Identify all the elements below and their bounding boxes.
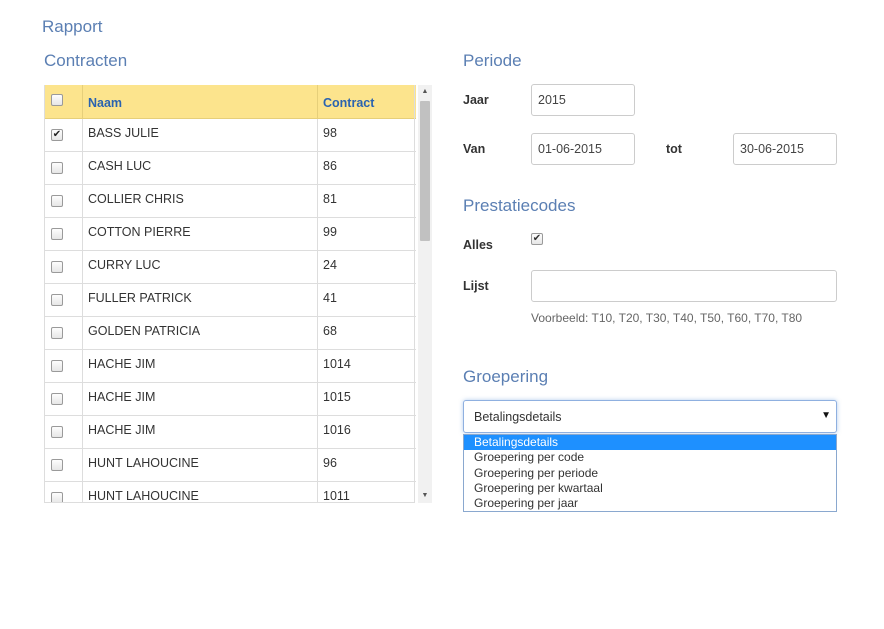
tot-label: tot (666, 142, 682, 156)
row-contract: 1011 (323, 489, 350, 503)
table-row[interactable]: GOLDEN PATRICIA 68 (44, 317, 416, 350)
table-scrollbar[interactable]: ▲ ▼ (418, 85, 432, 503)
select-all-checkbox[interactable] (51, 94, 63, 106)
row-naam: COLLIER CHRIS (88, 192, 184, 206)
lijst-hint: Voorbeeld: T10, T20, T30, T40, T50, T60,… (531, 311, 803, 325)
row-checkbox[interactable] (51, 393, 63, 405)
table-row[interactable]: ✔ BASS JULIE 98 (44, 119, 416, 152)
row-checkbox[interactable] (51, 360, 63, 372)
dropdown-option[interactable]: Groepering per periode (464, 466, 836, 481)
row-contract: 41 (323, 291, 337, 305)
lijst-label: Lijst (463, 279, 489, 293)
table-row[interactable]: HUNT LAHOUCINE 1011 (44, 482, 416, 503)
row-contract: 99 (323, 225, 337, 239)
scrollbar-thumb[interactable] (420, 101, 430, 241)
tot-date-input[interactable] (733, 133, 837, 165)
table-row[interactable]: HACHE JIM 1015 (44, 383, 416, 416)
table-row[interactable]: HUNT LAHOUCINE 96 (44, 449, 416, 482)
row-naam: COTTON PIERRE (88, 225, 191, 239)
jaar-label: Jaar (463, 93, 489, 107)
table-row[interactable]: HACHE JIM 1016 (44, 416, 416, 449)
table-row[interactable]: COLLIER CHRIS 81 (44, 185, 416, 218)
row-checkbox[interactable] (51, 294, 63, 306)
alles-label: Alles (463, 238, 493, 252)
table-row[interactable]: HACHE JIM 1014 (44, 350, 416, 383)
row-checkbox[interactable] (51, 162, 63, 174)
row-naam: CASH LUC (88, 159, 152, 173)
row-naam: HUNT LAHOUCINE (88, 489, 199, 503)
row-checkbox[interactable] (51, 426, 63, 438)
dropdown-arrow-icon: ▼ (821, 410, 831, 421)
page-title: Rapport (42, 17, 103, 36)
row-contract: 1015 (323, 390, 351, 404)
row-naam: HACHE JIM (88, 423, 156, 437)
row-checkbox[interactable] (51, 228, 63, 240)
groepering-dropdown-list: Betalingsdetails Groepering per code Groep… (463, 434, 837, 512)
row-contract: 1016 (323, 423, 351, 437)
row-naam: HACHE JIM (88, 390, 156, 404)
groepering-selected-value: Betalingsdetails (474, 410, 562, 424)
dropdown-option[interactable]: Betalingsdetails (464, 435, 836, 451)
dropdown-option[interactable]: Groepering per jaar (464, 496, 836, 511)
contract-table-body: Naam Contract ✔ BASS JULIE 98 CASH LUC 86 COL… (44, 85, 416, 503)
row-checkbox[interactable] (51, 327, 63, 339)
jaar-input[interactable] (531, 84, 635, 116)
row-checkbox[interactable]: ✔ (51, 129, 63, 141)
scroll-down-arrow-icon[interactable]: ▼ (418, 489, 432, 503)
row-contract: 98 (323, 126, 337, 140)
contracten-title: Contracten (44, 51, 128, 70)
row-contract: 68 (323, 324, 337, 338)
groepering-title: Groepering (463, 367, 549, 386)
column-header-contract[interactable]: Contract (323, 96, 374, 110)
table-row[interactable]: FULLER PATRICK 41 (44, 284, 416, 317)
row-naam: HACHE JIM (88, 357, 156, 371)
prestatiecodes-title: Prestatiecodes (463, 196, 576, 215)
dropdown-option[interactable]: Groepering per code (464, 450, 836, 465)
periode-title: Periode (463, 51, 522, 70)
row-naam: BASS JULIE (88, 126, 159, 140)
row-naam: GOLDEN PATRICIA (88, 324, 201, 338)
contract-table: Naam Contract ✔ BASS JULIE 98 CASH LUC 86 COL… (44, 85, 432, 503)
row-contract: 86 (323, 159, 337, 173)
lijst-input[interactable] (531, 270, 837, 302)
groepering-select[interactable]: Betalingsdetails ▼ (463, 400, 837, 433)
row-checkbox[interactable] (51, 261, 63, 273)
row-contract: 24 (323, 258, 337, 272)
table-row[interactable]: CURRY LUC 24 (44, 251, 416, 284)
van-label: Van (463, 142, 486, 156)
table-header-row: Naam Contract (44, 85, 416, 119)
table-row[interactable]: COTTON PIERRE 99 (44, 218, 416, 251)
scroll-up-arrow-icon[interactable]: ▲ (418, 85, 432, 99)
dropdown-option[interactable]: Groepering per kwartaal (464, 481, 836, 496)
row-naam: HUNT LAHOUCINE (88, 456, 199, 470)
van-date-input[interactable] (531, 133, 635, 165)
row-contract: 81 (323, 192, 337, 206)
row-contract: 96 (323, 456, 337, 470)
column-header-naam[interactable]: Naam (88, 96, 122, 110)
row-checkbox[interactable] (51, 492, 63, 503)
alles-checkbox[interactable]: ✔ (531, 233, 543, 245)
table-row[interactable]: CASH LUC 86 (44, 152, 416, 185)
row-contract: 1014 (323, 357, 351, 371)
row-checkbox[interactable] (51, 195, 63, 207)
row-naam: FULLER PATRICK (88, 291, 192, 305)
row-naam: CURRY LUC (88, 258, 161, 272)
row-checkbox[interactable] (51, 459, 63, 471)
